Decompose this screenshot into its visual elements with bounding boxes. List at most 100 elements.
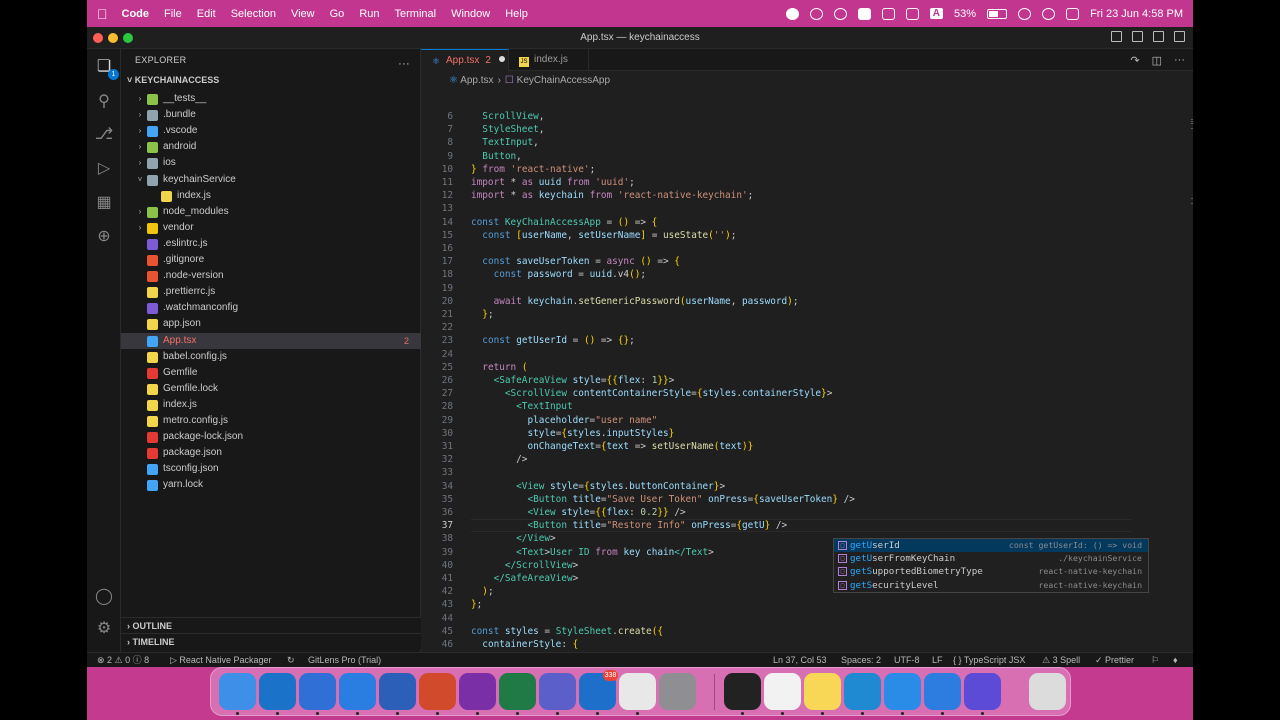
- tree-item-node-version[interactable]: .node-version: [121, 268, 421, 284]
- keyboard-input-icon[interactable]: A: [929, 8, 944, 19]
- explorer-activity-icon[interactable]: ❏ 1: [94, 57, 119, 80]
- extensions-icon[interactable]: ▦: [94, 193, 114, 213]
- teams-dock-icon[interactable]: [539, 673, 576, 710]
- wifi-icon[interactable]: [1018, 7, 1032, 20]
- manage-gear-icon[interactable]: ⚙: [94, 619, 114, 639]
- suggestion-item[interactable]: □ getSecurityLevel react-native-keychain: [834, 579, 1148, 592]
- tab-index-js[interactable]: JS index.js: [509, 49, 589, 71]
- menu-run[interactable]: Run: [359, 8, 379, 20]
- minimap[interactable]: [1191, 109, 1193, 219]
- encoding[interactable]: UTF-8: [894, 653, 920, 667]
- tree-item-prettierrc-js[interactable]: .prettierrc.js: [121, 284, 421, 300]
- toggle-secondary-sidebar-icon[interactable]: [1153, 31, 1164, 42]
- onenote-dock-icon[interactable]: [459, 673, 496, 710]
- vscode-dock-icon[interactable]: [844, 673, 881, 710]
- security-app-icon[interactable]: [857, 7, 871, 20]
- spell-status[interactable]: ⚠ 3 Spell: [1042, 653, 1080, 667]
- react-native-packager-status[interactable]: ▷ React Native Packager: [170, 653, 271, 667]
- tree-item-gemfile[interactable]: Gemfile: [121, 365, 421, 381]
- notes-dock-icon[interactable]: [804, 673, 841, 710]
- menu-go[interactable]: Go: [330, 8, 345, 20]
- project-folder[interactable]: ˅ KEYCHAINACCESS: [121, 71, 420, 89]
- tree-item-yarn-lock[interactable]: yarn.lock: [121, 477, 421, 493]
- outline-section[interactable]: › OUTLINE: [121, 617, 421, 633]
- notifications-bell-icon[interactable]: ♦: [1173, 653, 1178, 667]
- tree-item-index-js[interactable]: index.js: [121, 397, 421, 413]
- firefox-dev-dock-icon[interactable]: [964, 673, 1001, 710]
- suggestion-item[interactable]: □ getSupportedBiometryType react-native-ke…: [834, 565, 1148, 578]
- tree-item-gitignore[interactable]: .gitignore: [121, 252, 421, 268]
- safari-dock-icon[interactable]: [884, 673, 921, 710]
- customize-layout-icon[interactable]: [1174, 31, 1185, 42]
- split-editor-icon[interactable]: ◫: [1152, 54, 1162, 67]
- tree-item-vendor[interactable]: › vendor: [121, 220, 421, 236]
- run-debug-icon[interactable]: ▷: [94, 159, 114, 179]
- todo-dock-icon[interactable]: [299, 673, 336, 710]
- trash-dock-icon[interactable]: [1029, 673, 1066, 710]
- apple-menu-icon[interactable]: : [97, 6, 108, 22]
- menu-help[interactable]: Help: [505, 8, 528, 20]
- launchpad-dock-icon[interactable]: [619, 673, 656, 710]
- tree-item-bundle[interactable]: › .bundle: [121, 107, 421, 123]
- onedrive-dock-icon[interactable]: [339, 673, 376, 710]
- tab-app-tsx[interactable]: ⚛ App.tsx 2: [421, 49, 509, 71]
- menu-view[interactable]: View: [291, 8, 315, 20]
- cloud-icon[interactable]: [809, 7, 823, 20]
- tree-item-keychainservice[interactable]: ˅ keychainService: [121, 172, 421, 188]
- translate-icon[interactable]: [881, 7, 895, 20]
- tree-item-gemfile-lock[interactable]: Gemfile.lock: [121, 381, 421, 397]
- menu-clock[interactable]: Fri 23 Jun 4:58 PM: [1090, 8, 1183, 20]
- breadcrumb-symbol[interactable]: KeyChainAccessApp: [517, 75, 610, 86]
- toggle-panel-icon[interactable]: [1132, 31, 1143, 42]
- tree-item-vscode[interactable]: › .vscode: [121, 123, 421, 139]
- edge-dock-icon[interactable]: [259, 673, 296, 710]
- system-settings-dock-icon[interactable]: [659, 673, 696, 710]
- record-icon[interactable]: [785, 7, 799, 20]
- suggestion-item[interactable]: □ getUserId const getUserId: () => void: [834, 539, 1148, 552]
- feedback-icon[interactable]: ⚐: [1151, 653, 1159, 667]
- tree-item-node-modules[interactable]: › node_modules: [121, 204, 421, 220]
- end-of-line[interactable]: LF: [932, 653, 943, 667]
- breadcrumb-file[interactable]: App.tsx: [460, 75, 493, 86]
- sync-icon[interactable]: ↻: [287, 653, 295, 667]
- control-center-icon[interactable]: [1066, 7, 1080, 20]
- indentation[interactable]: Spaces: 2: [841, 653, 881, 667]
- chrome-dock-icon[interactable]: [764, 673, 801, 710]
- tree-item-ios[interactable]: › ios: [121, 155, 421, 171]
- excel-dock-icon[interactable]: [499, 673, 536, 710]
- toggle-primary-sidebar-icon[interactable]: [1111, 31, 1122, 42]
- tree-item-tests[interactable]: › __tests__: [121, 91, 421, 107]
- tree-item-tsconfig-json[interactable]: tsconfig.json: [121, 461, 421, 477]
- search-activity-icon[interactable]: ⚲: [94, 92, 114, 112]
- menu-app-name[interactable]: Code: [122, 8, 150, 20]
- timeline-section[interactable]: › TIMELINE: [121, 633, 421, 649]
- powerpoint-dock-icon[interactable]: [419, 673, 456, 710]
- gitlens-status[interactable]: GitLens Pro (Trial): [308, 653, 381, 667]
- shield-icon[interactable]: [833, 7, 847, 20]
- tree-item-metro-config-js[interactable]: metro.config.js: [121, 413, 421, 429]
- finder-dock-icon[interactable]: [219, 673, 256, 710]
- tree-item-package-lock-json[interactable]: package-lock.json: [121, 429, 421, 445]
- word-dock-icon[interactable]: [379, 673, 416, 710]
- tree-item-eslintrc-js[interactable]: .eslintrc.js: [121, 236, 421, 252]
- clipboard-icon[interactable]: [905, 7, 919, 20]
- tree-item-package-json[interactable]: package.json: [121, 445, 421, 461]
- tree-item-index-js[interactable]: index.js: [121, 188, 421, 204]
- menu-terminal[interactable]: Terminal: [395, 8, 437, 20]
- battery-icon[interactable]: [987, 8, 1008, 19]
- menu-edit[interactable]: Edit: [197, 8, 216, 20]
- tree-item-app-json[interactable]: app.json: [121, 316, 421, 332]
- open-changes-icon[interactable]: ↷: [1130, 54, 1139, 67]
- tree-item-babel-config-js[interactable]: babel.config.js: [121, 349, 421, 365]
- search-icon[interactable]: [1042, 7, 1056, 20]
- more-actions-icon[interactable]: ···: [1174, 54, 1185, 67]
- tree-item-watchmanconfig[interactable]: .watchmanconfig: [121, 300, 421, 316]
- prettier-status[interactable]: ✓ Prettier: [1095, 653, 1134, 667]
- menu-selection[interactable]: Selection: [231, 8, 276, 20]
- tree-item-app-tsx[interactable]: App.tsx 2: [121, 332, 421, 349]
- remote-explorer-icon[interactable]: ⊕: [94, 227, 114, 247]
- unsaved-dot-icon[interactable]: [498, 56, 505, 62]
- terminal-dock-icon[interactable]: [724, 673, 761, 710]
- cursor-position[interactable]: Ln 37, Col 53: [773, 653, 827, 667]
- problems-status[interactable]: ⊗ 2 ⚠ 0 ⓘ 8: [97, 653, 149, 667]
